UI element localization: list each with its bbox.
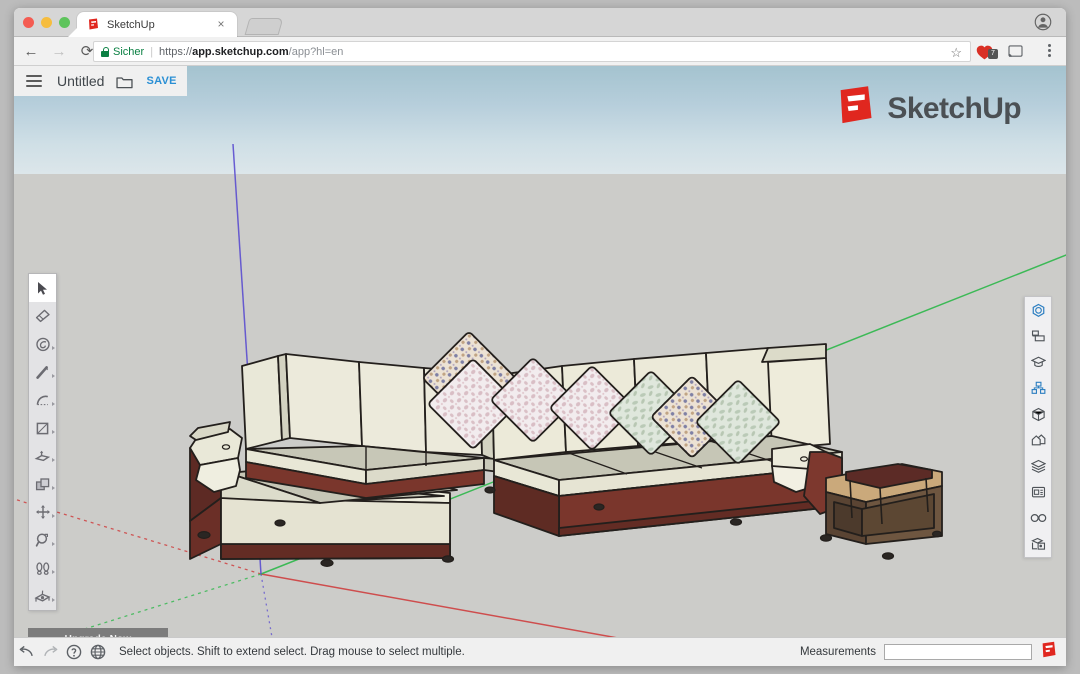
close-icon[interactable]: × — [215, 18, 227, 30]
modeling-viewport[interactable]: SketchUp — [14, 66, 1066, 666]
eraser-tool[interactable] — [29, 302, 56, 330]
tray-item-entity-info[interactable] — [1025, 323, 1051, 349]
sketchup-watermark: SketchUp — [834, 85, 1022, 132]
pushpull-tool[interactable] — [29, 442, 56, 470]
tray-item-3d-warehouse[interactable] — [1025, 297, 1051, 323]
bookmark-star-icon[interactable]: ☆ — [950, 45, 962, 61]
line-tool[interactable] — [29, 358, 56, 386]
tool-palette — [28, 273, 57, 611]
offset-tool[interactable] — [29, 470, 56, 498]
tray-item-materials[interactable] — [1025, 401, 1051, 427]
browser-tab-title: SketchUp — [107, 18, 155, 31]
undo-arrow-icon[interactable] — [14, 645, 38, 659]
url-separator: | — [150, 45, 154, 58]
tray-item-styles[interactable] — [1025, 427, 1051, 453]
browser-tab-sketchup[interactable]: SketchUp × — [77, 12, 237, 37]
status-message: Select objects. Shift to extend select. … — [119, 646, 465, 658]
back-button[interactable]: ← — [20, 40, 42, 62]
browser-tab-strip: SketchUp × — [14, 8, 1066, 37]
sketchup-watermark-text: SketchUp — [887, 91, 1021, 125]
url-host: app.sketchup.com — [192, 45, 289, 58]
window-traffic-lights — [23, 17, 70, 28]
rectangle-tool[interactable] — [29, 414, 56, 442]
move-tool[interactable] — [29, 498, 56, 526]
close-window-button[interactable] — [23, 17, 34, 28]
sketchup-logo-icon[interactable] — [1040, 641, 1058, 664]
zoom-tool[interactable] — [29, 526, 56, 554]
security-status-label: Sicher — [113, 45, 145, 58]
forward-button[interactable]: → — [48, 40, 70, 62]
url-path: /app?hl=en — [288, 45, 344, 58]
section-tool[interactable] — [29, 582, 56, 610]
document-title[interactable]: Untitled — [57, 73, 104, 89]
hamburger-menu-icon[interactable] — [26, 75, 42, 87]
tray-item-soften-edges[interactable] — [1025, 505, 1051, 531]
minimize-window-button[interactable] — [41, 17, 52, 28]
browser-toolbar: ← → ⟳ Sicher | https://app.sketchup.com /… — [14, 37, 1066, 66]
address-bar[interactable]: Sicher | https://app.sketchup.com/app?hl… — [93, 41, 971, 62]
ground-plane — [14, 174, 1066, 666]
tray-item-settings[interactable] — [1025, 531, 1051, 557]
cast-icon[interactable] — [1008, 45, 1023, 63]
paint-tool[interactable] — [29, 330, 56, 358]
walk-tool[interactable] — [29, 554, 56, 582]
tray-item-components[interactable] — [1025, 375, 1051, 401]
sketchup-favicon — [87, 18, 100, 31]
tray-item-scenes[interactable] — [1025, 479, 1051, 505]
folder-icon[interactable] — [116, 75, 134, 88]
select-tool[interactable] — [29, 274, 56, 302]
extension-badge-count: 7 — [988, 49, 998, 59]
status-bar: Select objects. Shift to extend select. … — [14, 637, 1066, 666]
measurements-label: Measurements — [799, 646, 876, 658]
zoom-window-button[interactable] — [59, 17, 70, 28]
app-bar-left-group: Untitled SAVE — [14, 66, 187, 96]
kebab-menu-icon[interactable] — [1047, 44, 1051, 57]
url-scheme: https:// — [159, 45, 193, 58]
measurements-group: Measurements — [800, 641, 1066, 664]
measurements-input[interactable] — [884, 644, 1032, 660]
account-circle-icon[interactable] — [1034, 13, 1052, 31]
new-tab-button[interactable] — [244, 18, 284, 35]
arc-tool[interactable] — [29, 386, 56, 414]
sketchup-logo-icon — [834, 85, 878, 132]
tray-item-instructor[interactable] — [1025, 349, 1051, 375]
save-button[interactable]: SAVE — [146, 75, 176, 87]
globe-icon[interactable] — [86, 644, 110, 660]
sketchup-app: SketchUp Untitled SAVE Select objects. S… — [14, 66, 1066, 666]
tray-item-layers[interactable] — [1025, 453, 1051, 479]
right-tray — [1024, 296, 1052, 558]
help-circle-icon[interactable] — [62, 644, 86, 660]
lock-icon — [101, 46, 109, 57]
browser-window: SketchUp × ← → ⟳ Sicher | https://app.sk… — [14, 8, 1066, 666]
redo-arrow-icon[interactable] — [38, 645, 62, 659]
desktop-backdrop: SketchUp × ← → ⟳ Sicher | https://app.sk… — [0, 0, 1080, 674]
